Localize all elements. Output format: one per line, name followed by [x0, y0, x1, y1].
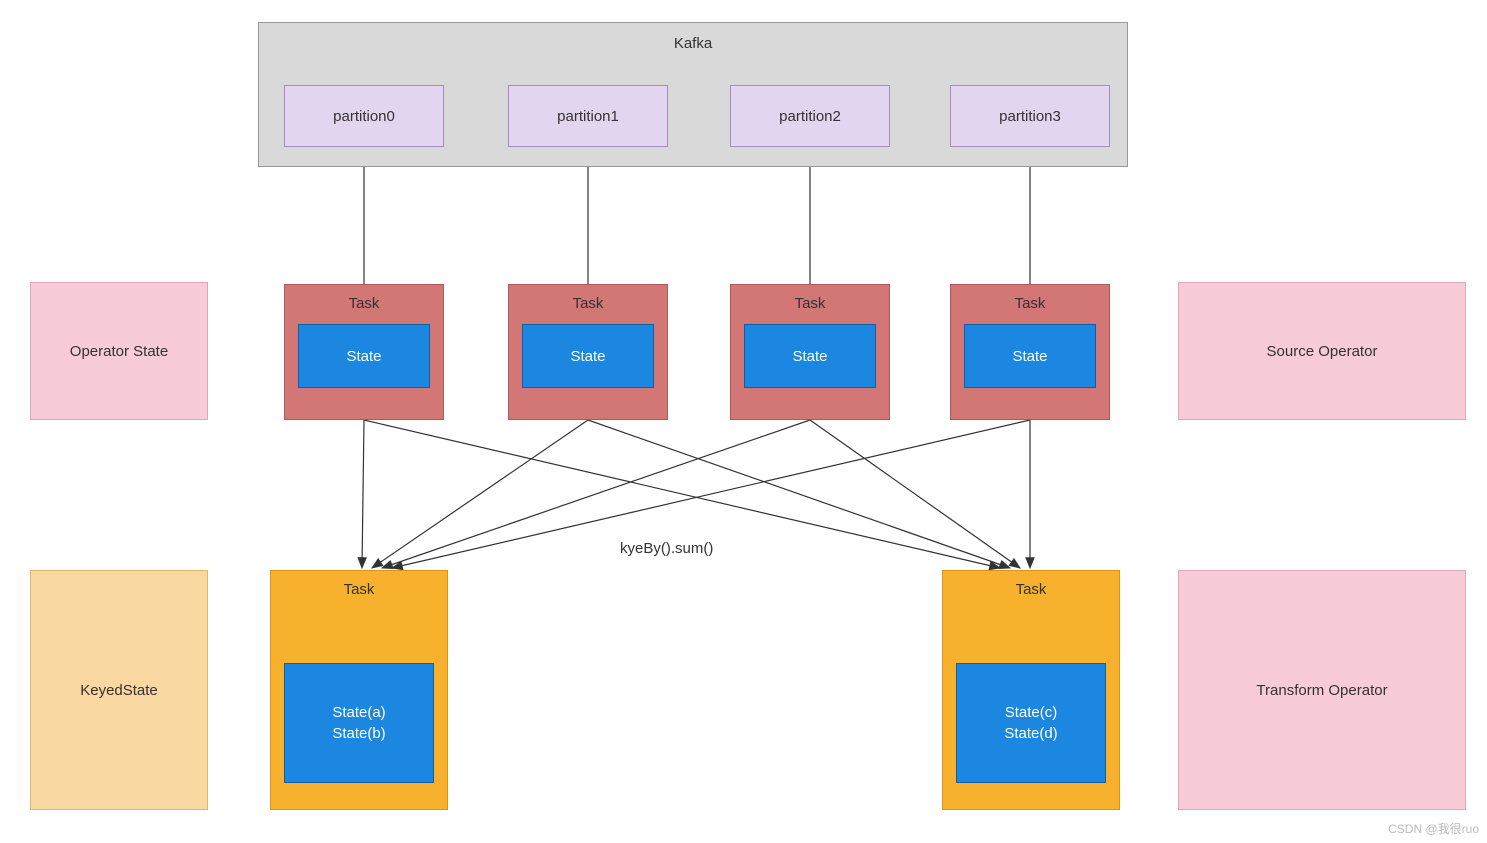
- state-label: State: [1012, 348, 1047, 365]
- partition-label: partition3: [999, 108, 1061, 125]
- transform-operator-box: Transform Operator: [1178, 570, 1466, 810]
- state-box: State: [744, 324, 876, 388]
- partition-3: partition3: [950, 85, 1110, 147]
- state-box: State: [522, 324, 654, 388]
- keyed-state-box: KeyedState: [30, 570, 208, 810]
- source-operator-box: Source Operator: [1178, 282, 1466, 420]
- state-box-multi: State(c) State(d): [956, 663, 1106, 783]
- state-label: State: [346, 348, 381, 365]
- source-operator-label: Source Operator: [1267, 343, 1378, 360]
- task-label: Task: [795, 295, 826, 312]
- state-box: State: [298, 324, 430, 388]
- state-b-label: State(b): [332, 723, 385, 744]
- state-c-label: State(c): [1005, 702, 1058, 723]
- transform-operator-label: Transform Operator: [1256, 682, 1387, 699]
- partition-1: partition1: [508, 85, 668, 147]
- state-label: State: [570, 348, 605, 365]
- partition-label: partition0: [333, 108, 395, 125]
- task-label: Task: [1015, 295, 1046, 312]
- keyed-state-label: KeyedState: [80, 682, 158, 699]
- watermark: CSDN @我很ruo: [1388, 820, 1479, 837]
- state-box: State: [964, 324, 1096, 388]
- kafka-title: Kafka: [674, 35, 712, 52]
- source-task-1: Task State: [508, 284, 668, 420]
- operator-state-label: Operator State: [70, 343, 168, 360]
- state-d-label: State(d): [1004, 723, 1057, 744]
- source-task-3: Task State: [950, 284, 1110, 420]
- keyby-sum-label: kyeBy().sum(): [620, 540, 713, 557]
- task-label: Task: [349, 295, 380, 312]
- operator-state-box: Operator State: [30, 282, 208, 420]
- state-a-label: State(a): [332, 702, 385, 723]
- state-label: State: [792, 348, 827, 365]
- task-label: Task: [344, 581, 375, 598]
- partition-label: partition1: [557, 108, 619, 125]
- transform-task-1: Task State(c) State(d): [942, 570, 1120, 810]
- source-task-2: Task State: [730, 284, 890, 420]
- transform-task-0: Task State(a) State(b): [270, 570, 448, 810]
- partition-2: partition2: [730, 85, 890, 147]
- task-label: Task: [573, 295, 604, 312]
- task-label: Task: [1016, 581, 1047, 598]
- partition-label: partition2: [779, 108, 841, 125]
- state-box-multi: State(a) State(b): [284, 663, 434, 783]
- partition-0: partition0: [284, 85, 444, 147]
- source-task-0: Task State: [284, 284, 444, 420]
